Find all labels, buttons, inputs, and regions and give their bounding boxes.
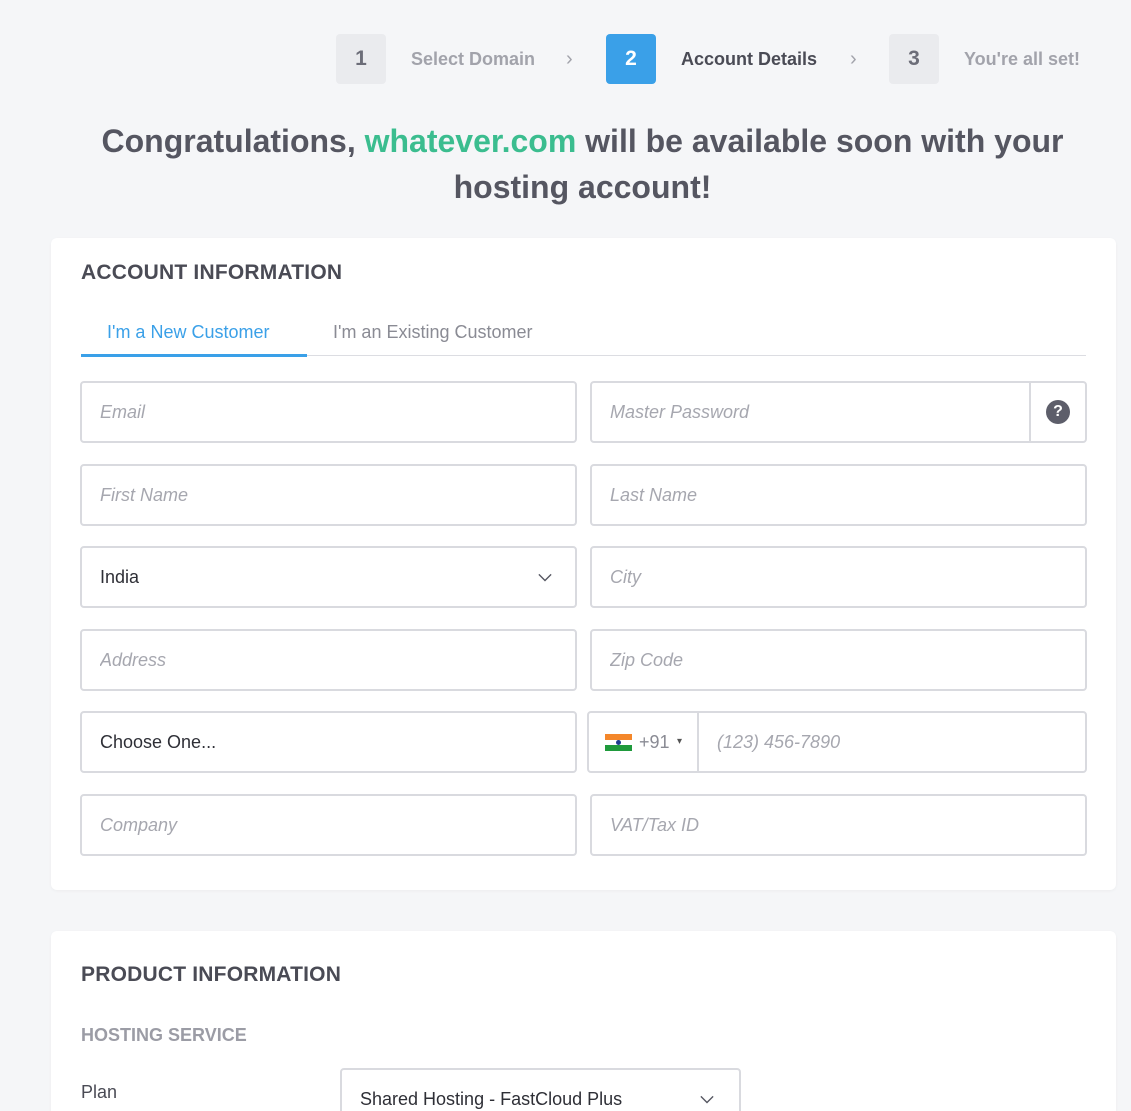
- phone-field[interactable]: +91 ▾: [587, 711, 1087, 773]
- state-value: Choose One...: [100, 732, 217, 752]
- email-input[interactable]: [82, 383, 575, 441]
- last-name-input[interactable]: [592, 466, 1085, 524]
- plan-select[interactable]: Shared Hosting - FastCloud Plus: [340, 1068, 741, 1111]
- first-name-input[interactable]: [82, 466, 575, 524]
- state-select[interactable]: Choose One...: [80, 711, 577, 773]
- master-password-input[interactable]: [592, 383, 1029, 441]
- step-1-number: 1: [336, 34, 386, 84]
- address-input[interactable]: [82, 631, 575, 689]
- account-information-card: ACCOUNT INFORMATION I'm a New Customer I…: [51, 238, 1116, 890]
- step-2-label: Account Details: [681, 49, 818, 69]
- tab-new-customer[interactable]: I'm a New Customer: [81, 316, 307, 357]
- hosting-service-heading: HOSTING SERVICE: [81, 1025, 247, 1045]
- plan-value: Shared Hosting - FastCloud Plus: [360, 1089, 623, 1109]
- step-1-label: Select Domain: [411, 49, 536, 69]
- caret-down-icon: ▾: [677, 736, 683, 747]
- chevron-down-icon: [538, 573, 552, 582]
- chevron-down-icon: [700, 1095, 714, 1104]
- company-field[interactable]: [80, 794, 577, 856]
- product-information-title: PRODUCT INFORMATION: [81, 963, 342, 986]
- address-field[interactable]: [80, 629, 577, 691]
- password-help-button[interactable]: ?: [1029, 383, 1085, 441]
- customer-tabs: I'm a New Customer I'm an Existing Custo…: [81, 316, 1086, 357]
- vat-tax-id-input[interactable]: [592, 796, 1085, 854]
- page-title: Congratulations, whatever.com will be av…: [40, 118, 1125, 210]
- zip-code-input[interactable]: [592, 631, 1085, 689]
- account-information-title: ACCOUNT INFORMATION: [81, 261, 343, 284]
- country-code-select[interactable]: +91 ▾: [589, 713, 699, 771]
- email-field[interactable]: [80, 381, 577, 443]
- plan-label: Plan: [81, 1082, 118, 1102]
- city-field[interactable]: [590, 546, 1087, 608]
- master-password-field[interactable]: ?: [590, 381, 1087, 443]
- company-input[interactable]: [82, 796, 575, 854]
- step-3-label: You're all set!: [964, 49, 1080, 69]
- india-flag-icon: [605, 734, 632, 752]
- zip-code-field[interactable]: [590, 629, 1087, 691]
- tab-existing-customer[interactable]: I'm an Existing Customer: [333, 316, 533, 356]
- headline-domain: whatever.com: [364, 123, 577, 159]
- chevron-right-icon: ›: [566, 48, 573, 70]
- last-name-field[interactable]: [590, 464, 1087, 526]
- country-value: India: [100, 567, 140, 587]
- vat-tax-id-field[interactable]: [590, 794, 1087, 856]
- step-3-number: 3: [889, 34, 939, 84]
- step-2-number: 2: [606, 34, 656, 84]
- city-input[interactable]: [592, 548, 1085, 606]
- product-information-card: PRODUCT INFORMATION HOSTING SERVICE Plan…: [51, 931, 1116, 1111]
- question-circle-icon[interactable]: ?: [1046, 400, 1070, 424]
- headline-prefix: Congratulations,: [101, 123, 356, 159]
- country-select[interactable]: India: [80, 546, 577, 608]
- first-name-field[interactable]: [80, 464, 577, 526]
- progress-stepper: 1 Select Domain › 2 Account Details › 3 …: [0, 34, 1131, 84]
- dial-code: +91: [639, 732, 670, 752]
- chevron-right-icon: ›: [850, 48, 857, 70]
- phone-input[interactable]: [699, 713, 1085, 771]
